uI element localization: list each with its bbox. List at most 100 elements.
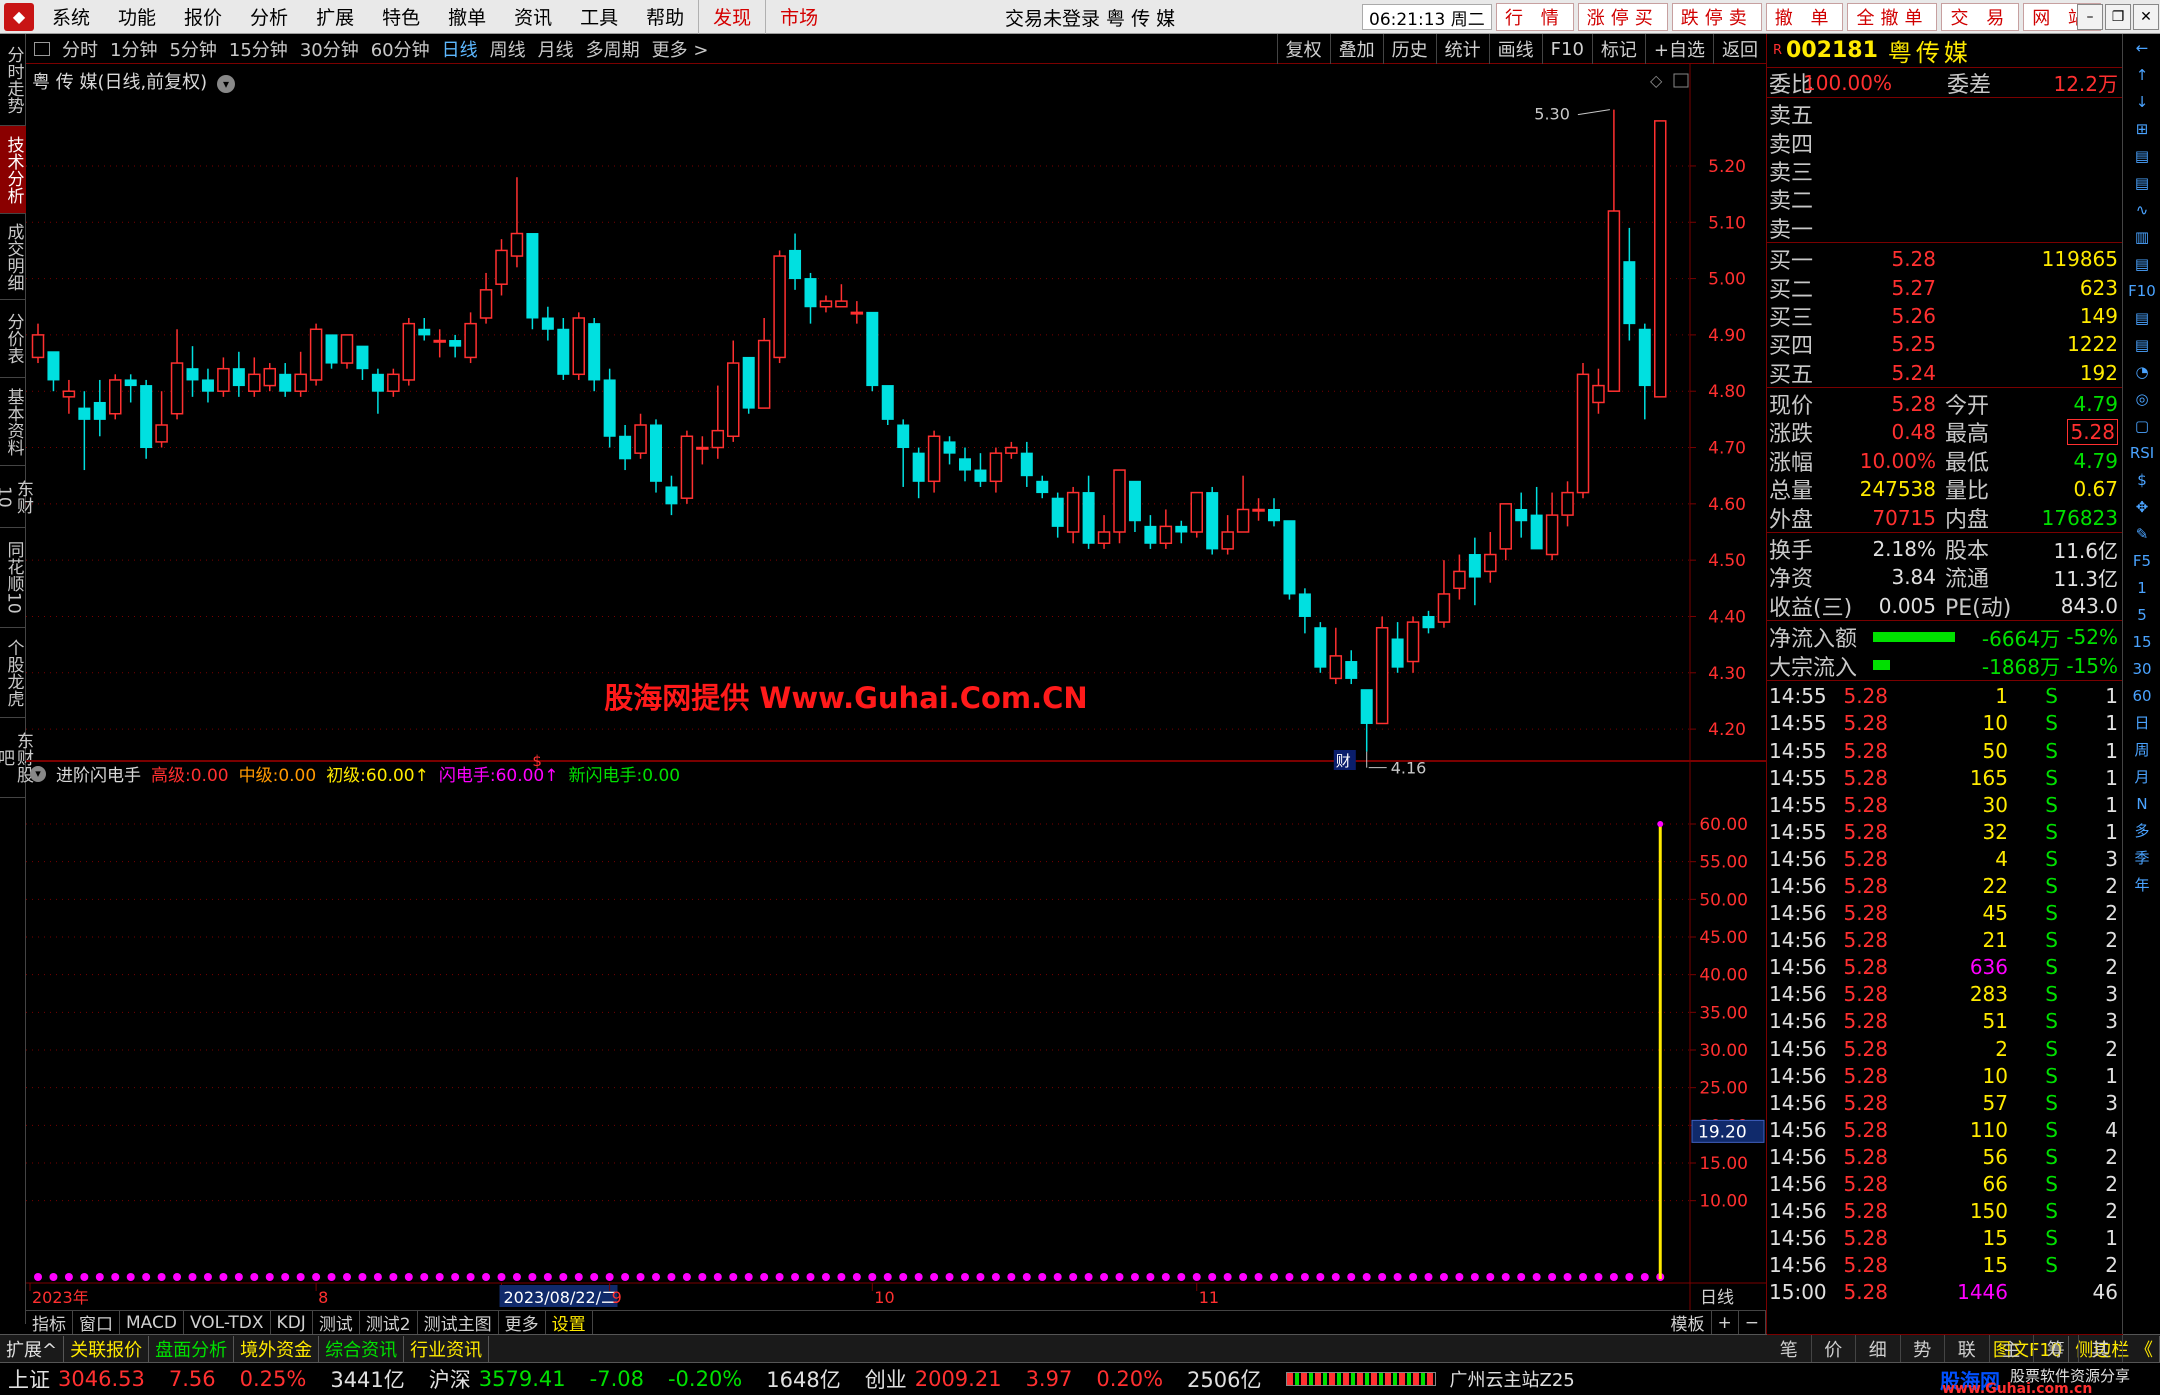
chart-tool-button[interactable]: 标记	[1591, 34, 1645, 64]
sz-label[interactable]: 沪深	[429, 1364, 471, 1394]
side-tool-icon[interactable]: 日	[2123, 709, 2160, 736]
tick-list[interactable]: 14:55 5.28 1 S 1 14:55 5.28 10 S 1 14:55 5.28 50 S 1 14…	[1767, 681, 2122, 1306]
menu-market[interactable]: 市场	[765, 0, 832, 34]
indicator-tab[interactable]: 测试	[313, 1310, 360, 1335]
left-tab[interactable]: 东财股吧	[0, 718, 33, 798]
dropdown-icon[interactable]: ▾	[216, 75, 235, 93]
menu-item[interactable]: 撤单	[434, 0, 500, 34]
minimize-icon[interactable]: –	[2077, 4, 2103, 30]
template-button[interactable]: −	[1739, 1310, 1766, 1335]
side-tool-icon[interactable]: ✎	[2123, 520, 2160, 547]
quote-tab[interactable]: 势	[1901, 1335, 1945, 1362]
side-tool-icon[interactable]: ▤	[2123, 169, 2160, 196]
menu-item[interactable]: 系统	[38, 0, 104, 34]
side-tool-icon[interactable]: ◔	[2123, 358, 2160, 385]
menu-discover[interactable]: 发现	[698, 0, 765, 34]
chart-tool-button[interactable]: F10	[1541, 34, 1592, 64]
chart-tool-button[interactable]: +自选	[1644, 34, 1713, 64]
left-tab[interactable]: 分价表	[0, 300, 26, 378]
side-tool-icon[interactable]: RSI	[2123, 439, 2160, 466]
left-tab[interactable]: 个股龙虎	[0, 628, 26, 718]
sh-label[interactable]: 上证	[8, 1364, 50, 1394]
left-tab[interactable]: 技术分析	[0, 126, 26, 214]
chart-tool-button[interactable]: 叠加	[1329, 34, 1383, 64]
quick-button[interactable]: 跌停卖	[1671, 3, 1762, 31]
quote-tab[interactable]: 联	[1945, 1335, 1990, 1362]
menu-item[interactable]: 功能	[104, 0, 170, 34]
side-tool-icon[interactable]: ▤	[2123, 331, 2160, 358]
menu-item[interactable]: 资讯	[500, 0, 566, 34]
period-tab[interactable]: 60分钟	[365, 36, 436, 62]
side-tool-icon[interactable]: 年	[2123, 871, 2160, 898]
menu-item[interactable]: 报价	[170, 0, 236, 34]
period-tab[interactable]: 1分钟	[104, 36, 163, 62]
side-tool-icon[interactable]: $	[2123, 466, 2160, 493]
side-tool-icon[interactable]: 30	[2123, 655, 2160, 682]
quote-tab[interactable]: 细	[1856, 1335, 1901, 1362]
quote-tab[interactable]: 其	[2079, 1335, 2123, 1362]
indicator-tab[interactable]: MACD	[120, 1310, 184, 1335]
side-tool-icon[interactable]: ✥	[2123, 493, 2160, 520]
template-button[interactable]: +	[1712, 1310, 1739, 1335]
side-tool-icon[interactable]: 多	[2123, 817, 2160, 844]
side-tool-icon[interactable]: ←	[2123, 34, 2160, 61]
side-tool-icon[interactable]: 15	[2123, 628, 2160, 655]
side-tool-icon[interactable]: ∿	[2123, 196, 2160, 223]
ext-tab[interactable]: 行业资讯	[404, 1335, 490, 1362]
side-tool-icon[interactable]: ▤	[2123, 250, 2160, 277]
template-button[interactable]: 模板	[1665, 1310, 1712, 1335]
side-tool-icon[interactable]: ⊞	[2123, 115, 2160, 142]
quick-button[interactable]: 撤 单	[1765, 3, 1844, 31]
side-tool-icon[interactable]: ▢	[2123, 412, 2160, 439]
indicator-close-icon[interactable]: ▾	[30, 765, 46, 782]
menu-item[interactable]: 帮助	[632, 0, 698, 34]
restore-icon[interactable]: ❐	[2105, 4, 2131, 30]
left-tab[interactable]: 基本资料	[0, 378, 26, 466]
side-tool-icon[interactable]: 周	[2123, 736, 2160, 763]
indicator-tab[interactable]: 测试2	[360, 1310, 418, 1335]
side-tool-icon[interactable]: 60	[2123, 682, 2160, 709]
period-tab[interactable]: 周线	[484, 36, 532, 62]
menu-item[interactable]: 扩展	[302, 0, 368, 34]
period-tab[interactable]: 多周期	[580, 36, 646, 62]
ext-tab[interactable]: 境外资金	[234, 1335, 320, 1362]
indicator-tab[interactable]: 指标	[26, 1310, 73, 1335]
side-tool-icon[interactable]: ▥	[2123, 223, 2160, 250]
menu-item[interactable]: 特色	[368, 0, 434, 34]
side-tool-icon[interactable]: 季	[2123, 844, 2160, 871]
side-tool-icon[interactable]: F10	[2123, 277, 2160, 304]
side-tool-icon[interactable]: ▤	[2123, 142, 2160, 169]
left-tab[interactable]: 分时走势	[0, 34, 26, 126]
period-tab[interactable]: 日线	[436, 36, 484, 62]
indicator-tab[interactable]: 测试主图	[418, 1310, 499, 1335]
quote-tab[interactable]: 价	[1812, 1335, 1856, 1362]
period-tab[interactable]: 月线	[532, 36, 580, 62]
side-tool-icon[interactable]: ↓	[2123, 88, 2160, 115]
side-tool-icon[interactable]: F5	[2123, 547, 2160, 574]
close-icon[interactable]: ✕	[2133, 4, 2159, 30]
ext-tab[interactable]: 关联报价	[64, 1335, 150, 1362]
period-tab[interactable]: 30分钟	[294, 36, 365, 62]
period-tab[interactable]: 分时	[56, 36, 104, 62]
side-tool-icon[interactable]: ◎	[2123, 385, 2160, 412]
side-tool-icon[interactable]: ▤	[2123, 304, 2160, 331]
side-tool-icon[interactable]: 月	[2123, 763, 2160, 790]
indicator-tab[interactable]: 窗口	[73, 1310, 120, 1335]
chart-tool-button[interactable]: 历史	[1382, 34, 1436, 64]
quote-tab[interactable]: 笔	[1767, 1335, 1812, 1362]
quick-button[interactable]: 交 易	[1941, 3, 2020, 31]
indicator-tab[interactable]: 设置	[546, 1310, 593, 1335]
cy-label[interactable]: 创业	[865, 1364, 907, 1394]
quick-button[interactable]: 行 情	[1496, 3, 1574, 31]
period-tab[interactable]: 15分钟	[223, 36, 294, 62]
side-tool-icon[interactable]: 1	[2123, 574, 2160, 601]
quick-button[interactable]: 全撤单	[1847, 3, 1938, 31]
indicator-tab[interactable]: VOL-TDX	[184, 1310, 271, 1335]
kline-chart[interactable]: 5.20 5.10 5.00 4.90 4.80 4.70 4.60 4.50 4.40 4.30…	[26, 34, 1766, 1310]
chart-tool-button[interactable]: 画线	[1488, 34, 1542, 64]
indicator-tab[interactable]: 更多	[499, 1310, 546, 1335]
side-tool-icon[interactable]: N	[2123, 790, 2160, 817]
chart-tool-button[interactable]: 统计	[1435, 34, 1489, 64]
left-tab[interactable]: 东财10	[0, 466, 33, 528]
quote-tab[interactable]: 筹	[2034, 1335, 2079, 1362]
